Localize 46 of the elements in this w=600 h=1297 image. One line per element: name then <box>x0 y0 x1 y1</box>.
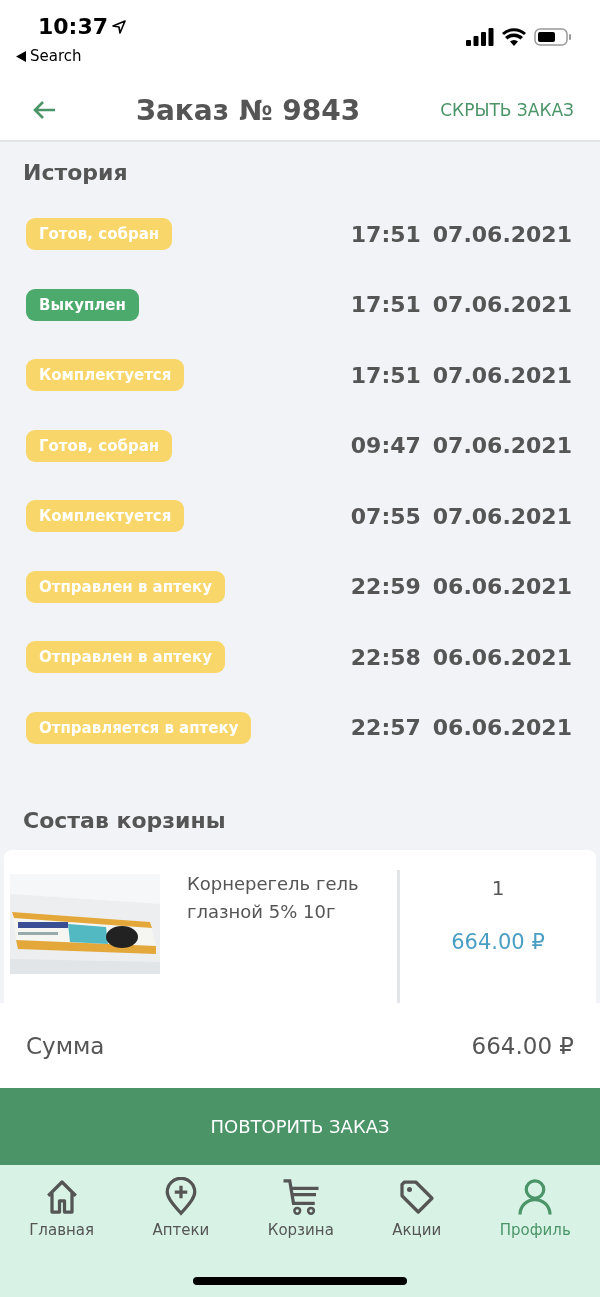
tab-bar-item[interactable]: Акции <box>392 1165 442 1239</box>
battery-icon <box>534 28 572 46</box>
quantity: 1 <box>491 876 505 900</box>
event-time: 07:55 <box>350 503 421 529</box>
event-date: 07.06.2021 <box>432 292 572 318</box>
total-value: 664.00 ₽ <box>471 1032 574 1059</box>
tab-bar-item[interactable]: Главная <box>29 1165 94 1239</box>
signal-icon <box>466 28 494 46</box>
repeat-order-button[interactable]: ПОВТОРИТЬ ЗАКАЗ <box>0 1088 600 1165</box>
total-label: Сумма <box>26 1032 105 1059</box>
event-time: 22:58 <box>350 644 421 670</box>
event-date: 06.06.2021 <box>432 644 572 670</box>
status-badge: Комплектуется <box>26 500 185 533</box>
section-title: История <box>22 159 129 185</box>
item-price: 664.00 ₽ <box>451 930 545 954</box>
wifi-icon <box>502 28 526 46</box>
section-title: Состав корзины <box>22 807 227 833</box>
event-time: 22:57 <box>350 715 421 741</box>
status-badge: Комплектуется <box>26 359 185 392</box>
status-badge: Отправлен в аптеку <box>26 641 225 674</box>
status-badge: Отправлен в аптеку <box>26 570 225 603</box>
page-title: Заказ № 9843 <box>135 93 362 127</box>
tab-bar-item[interactable]: Корзина <box>267 1165 334 1239</box>
tab-bar-item[interactable]: Аптеки <box>152 1165 210 1239</box>
back-triangle-icon <box>16 50 26 62</box>
status-badge: Отправляется в аптеку <box>26 711 252 744</box>
hide-order-link[interactable]: СКРЫТЬ ЗАКАЗ <box>440 100 574 120</box>
status-badge: Выкуплен <box>26 288 139 321</box>
status-time: 10:37 <box>38 14 109 39</box>
status-badge: Готов, собран <box>26 429 173 462</box>
location-icon <box>112 19 127 34</box>
event-date: 07.06.2021 <box>432 433 572 459</box>
product-name: Корнерегель гель глазной 5% 10г <box>187 872 360 924</box>
event-date: 06.06.2021 <box>432 715 572 741</box>
back-link[interactable]: Search <box>30 47 82 65</box>
event-time: 17:51 <box>350 221 421 247</box>
event-date: 06.06.2021 <box>432 574 572 600</box>
status-badge: Готов, собран <box>26 218 173 251</box>
back-arrow-icon[interactable] <box>32 100 56 120</box>
event-time: 17:51 <box>350 292 421 318</box>
event-time: 17:51 <box>350 362 421 388</box>
event-time: 09:47 <box>350 433 421 459</box>
event-date: 07.06.2021 <box>432 503 572 529</box>
event-date: 07.06.2021 <box>432 362 572 388</box>
event-time: 22:59 <box>350 574 421 600</box>
event-date: 07.06.2021 <box>432 221 572 247</box>
